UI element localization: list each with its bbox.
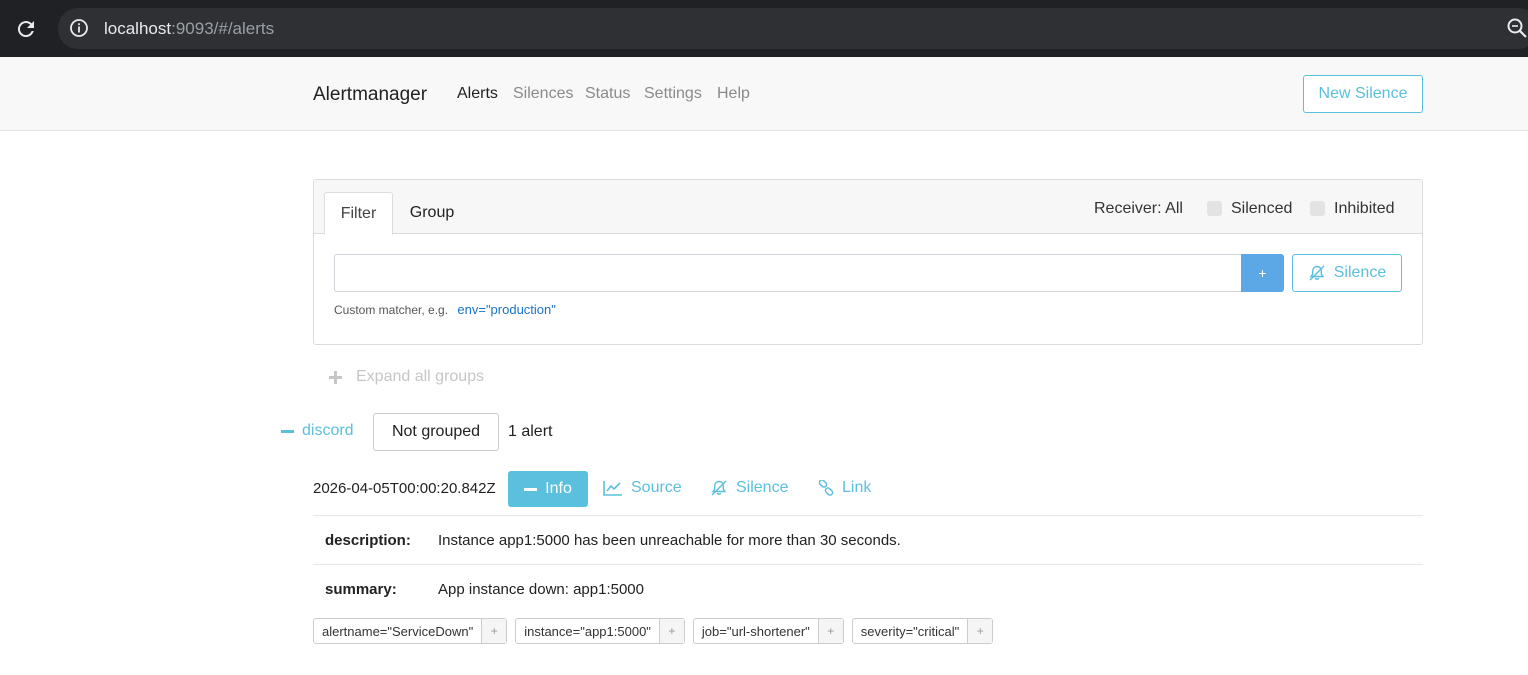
new-silence-button[interactable]: New Silence [1303,75,1423,113]
browser-toolbar: localhost:9093/#/alerts [0,0,1528,57]
add-label-filter-button[interactable]: + [658,619,684,643]
tab-filter[interactable]: Filter [324,192,393,235]
filter-card-header: Filter Group Receiver: All Silenced Inhi… [314,180,1422,235]
group-labels-badge: Not grouped [373,413,499,451]
minus-icon [524,487,538,491]
label-chip: severity="critical" + [851,618,994,644]
group-receiver: discord [302,422,354,439]
add-label-filter-button[interactable]: + [817,619,843,643]
annotation-value: App instance down: app1:5000 [438,581,644,598]
silenced-checkbox[interactable] [1207,201,1222,216]
site-info-icon[interactable] [69,18,89,38]
label-chip: job="url-shortener" + [692,618,844,644]
expand-all-label: Expand all groups [356,368,485,385]
matcher-example-link[interactable]: env="production" [457,302,556,317]
add-matcher-button[interactable]: + [1241,254,1284,292]
add-label-filter-button[interactable]: + [481,619,507,643]
inhibited-label[interactable]: Inhibited [1334,200,1395,218]
url-text[interactable]: localhost:9093/#/alerts [104,18,274,40]
tab-group[interactable]: Group [398,192,466,234]
silence-filter-button[interactable]: Silence [1292,254,1402,292]
nav-silences[interactable]: Silences [513,85,573,103]
receiver-select[interactable]: Receiver: All [1094,200,1183,218]
navbar: Alertmanager Alerts Silences Status Sett… [0,57,1528,131]
inhibited-checkbox[interactable] [1310,201,1325,216]
line-chart-icon [603,481,622,496]
minus-icon [281,429,294,433]
annotation-key: description: [325,532,411,549]
matcher-input[interactable] [334,254,1242,292]
address-bar[interactable] [58,8,1528,49]
nav-alerts[interactable]: Alerts [457,85,498,103]
label-text[interactable]: job="url-shortener" [694,619,818,643]
group-collapse-toggle[interactable]: discord [281,422,354,440]
annotation-row: summary: App instance down: app1:5000 [313,564,1423,613]
nav-help[interactable]: Help [717,85,750,103]
label-text[interactable]: alertname="ServiceDown" [314,619,481,643]
bell-slash-icon [711,480,727,496]
url-path: :9093/#/alerts [171,19,275,38]
alert-count: 1 alert [508,423,553,440]
alert-start-time: 2026-04-05T00:00:20.842Z [313,480,496,497]
alert-labels: alertname="ServiceDown" + instance="app1… [313,618,994,644]
matcher-hint-text: Custom matcher, e.g. [334,303,449,317]
reload-icon[interactable] [14,17,38,41]
source-label: Source [631,479,682,496]
silence-alert-label: Silence [736,479,789,496]
link-icon [818,480,834,496]
label-chip: instance="app1:5000" + [515,618,685,644]
add-label-filter-button[interactable]: + [967,619,993,643]
source-link[interactable]: Source [603,479,682,497]
label-text[interactable]: severity="critical" [853,619,967,643]
link-label: Link [842,479,872,496]
silenced-label[interactable]: Silenced [1231,200,1292,218]
matcher-hint: Custom matcher, e.g. env="production" [334,302,556,317]
bell-slash-icon [1309,265,1325,281]
nav-status[interactable]: Status [585,85,630,103]
info-toggle-button[interactable]: Info [508,471,588,507]
filter-card: Filter Group Receiver: All Silenced Inhi… [313,179,1423,345]
annotation-key: summary: [325,581,397,598]
plus-icon [329,370,342,384]
expand-all-groups[interactable]: Expand all groups [329,368,484,386]
info-label: Info [545,480,572,497]
zoom-icon[interactable] [1506,17,1528,39]
alert-permalink[interactable]: Link [818,479,871,497]
silence-filter-label: Silence [1333,264,1387,281]
label-text[interactable]: instance="app1:5000" [516,619,659,643]
url-host: localhost [104,19,172,38]
silence-alert-link[interactable]: Silence [710,479,788,497]
label-chip: alertname="ServiceDown" + [313,618,508,644]
annotation-value: Instance app1:5000 has been unreachable … [438,532,901,549]
annotation-row: description: Instance app1:5000 has been… [313,515,1423,564]
nav-settings[interactable]: Settings [644,85,702,103]
brand-link[interactable]: Alertmanager [313,84,427,106]
